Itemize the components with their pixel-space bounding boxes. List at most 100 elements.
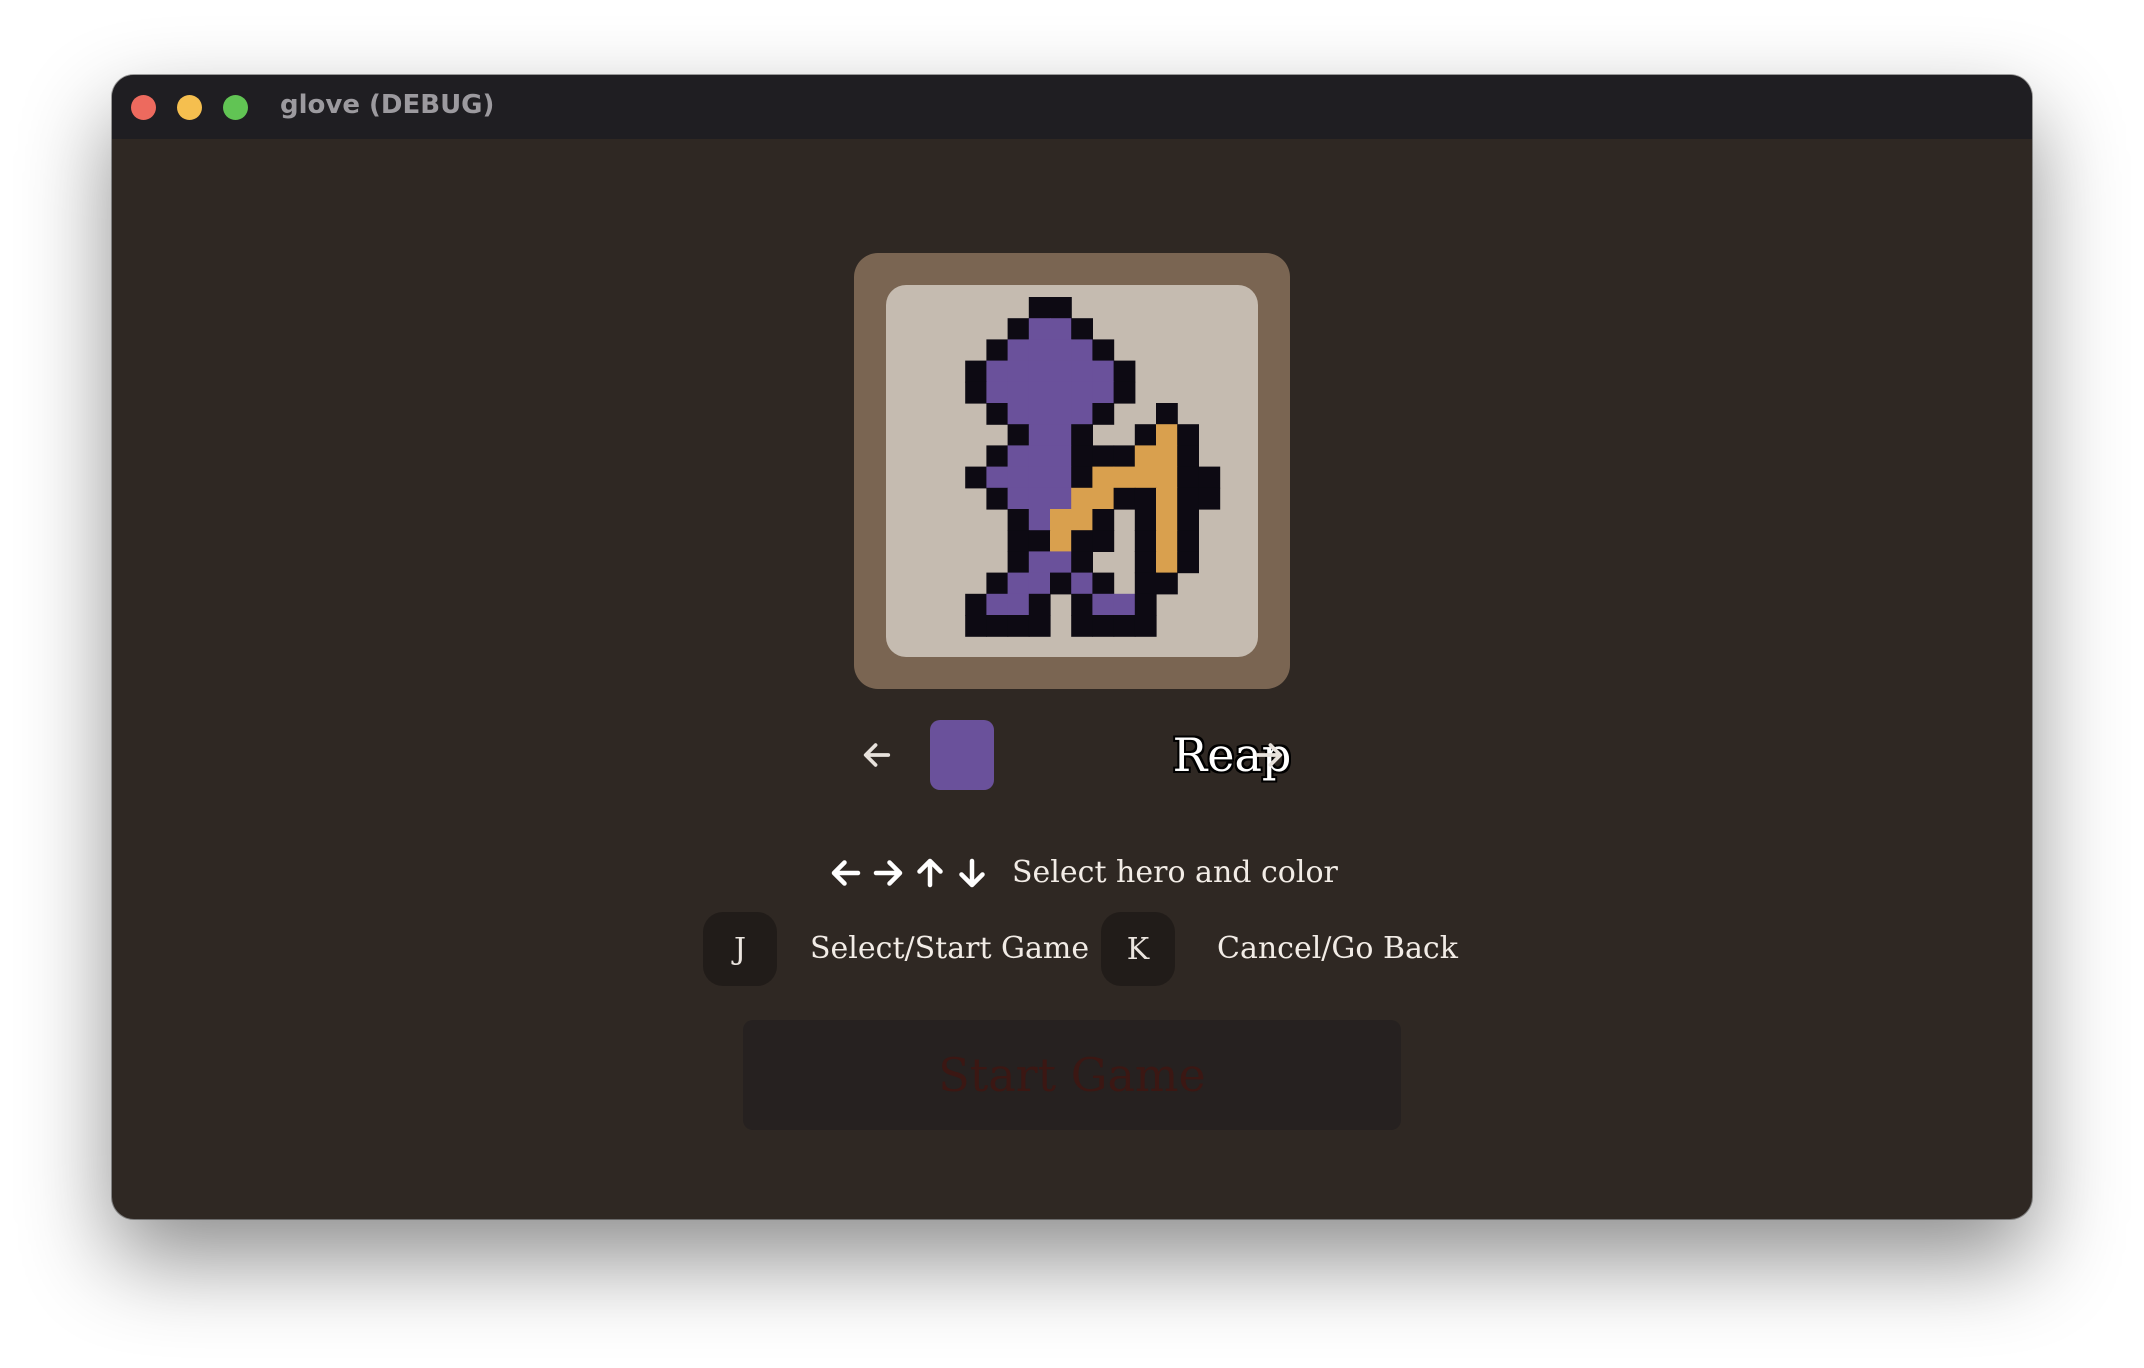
arrow-down-icon: [954, 855, 990, 891]
sprite-pixel: [1071, 339, 1093, 362]
sprite-pixel: [1092, 403, 1115, 425]
sprite-pixel: [1156, 466, 1178, 489]
sprite-pixel: [1007, 381, 1030, 404]
sprite-pixel: [1007, 318, 1030, 340]
sprite-pixel: [1156, 424, 1178, 446]
sprite-pixel: [1113, 487, 1136, 510]
navigation-hint-icons: [828, 851, 996, 895]
sprite-pixel: [1177, 509, 1199, 531]
sprite-pixel: [1050, 381, 1072, 404]
arrow-right-icon: [1255, 743, 1283, 767]
sprite-pixel: [1028, 381, 1051, 404]
sprite-pixel: [1007, 360, 1030, 383]
sprite-pixel: [1177, 551, 1199, 574]
sprite-pixel: [1177, 445, 1199, 468]
sprite-pixel: [1092, 572, 1115, 595]
navigation-hint-text: Select hero and color: [1012, 855, 1338, 890]
sprite-pixel: [1092, 381, 1115, 404]
sprite-pixel: [1071, 593, 1093, 616]
sprite-pixel: [1134, 530, 1157, 552]
sprite-pixel: [1156, 551, 1178, 574]
sprite-pixel: [1198, 487, 1221, 510]
close-window-button[interactable]: [131, 95, 156, 120]
sprite-pixel: [1177, 424, 1199, 446]
hero-portrait-frame: [854, 253, 1290, 689]
sprite-pixel: [1007, 615, 1030, 637]
sprite-pixel: [1050, 551, 1072, 574]
sprite-pixel: [1028, 403, 1051, 425]
sprite-pixel: [1134, 572, 1157, 595]
sprite-pixel: [1071, 551, 1093, 574]
minimize-window-button[interactable]: [177, 95, 202, 120]
sprite-pixel: [1028, 297, 1051, 319]
sprite-pixel: [965, 466, 987, 489]
sprite-pixel: [1092, 445, 1115, 468]
sprite-pixel: [1028, 360, 1051, 383]
sprite-pixel: [1028, 424, 1051, 446]
sprite-pixel: [965, 360, 987, 383]
sprite-pixel: [1050, 424, 1072, 446]
sprite-pixel: [1028, 572, 1051, 595]
sprite-pixel: [1007, 509, 1030, 531]
next-hero-button[interactable]: [1249, 735, 1289, 775]
sprite-pixel: [1092, 593, 1115, 616]
sprite-pixel: [986, 572, 1009, 595]
sprite-pixel: [1071, 572, 1093, 595]
sprite-pixel: [1050, 509, 1072, 531]
sprite-pixel: [1177, 466, 1199, 489]
sprite-pixel: [1113, 381, 1136, 404]
sprite-pixel: [1071, 445, 1093, 468]
sprite-pixel: [1028, 615, 1051, 637]
sprite-pixel: [1007, 339, 1030, 362]
sprite-pixel: [1113, 445, 1136, 468]
sprite-pixel: [986, 615, 1009, 637]
sprite-pixel: [1134, 551, 1157, 574]
sprite-pixel: [986, 339, 1009, 362]
sprite-pixel: [1028, 593, 1051, 616]
sprite-pixel: [1071, 360, 1093, 383]
sprite-pixel: [1113, 466, 1136, 489]
sprite-pixel: [1071, 381, 1093, 404]
hero-color-swatch[interactable]: [930, 720, 994, 790]
sprite-pixel: [986, 403, 1009, 425]
sprite-pixel: [1028, 487, 1051, 510]
sprite-pixel: [1050, 318, 1072, 340]
sprite-pixel: [1092, 466, 1115, 489]
cancel-key-cap: K: [1101, 912, 1175, 986]
start-game-button[interactable]: Start Game: [743, 1020, 1401, 1130]
sprite-pixel: [1071, 487, 1093, 510]
sprite-pixel: [1092, 339, 1115, 362]
arrow-right-icon: [870, 855, 906, 891]
arrow-left-icon: [828, 855, 864, 891]
sprite-pixel: [1134, 509, 1157, 531]
sprite-pixel: [1050, 297, 1072, 319]
sprite-pixel: [986, 466, 1009, 489]
sprite-pixel: [1007, 466, 1030, 489]
hero-name: Reap: [1172, 728, 1292, 782]
cancel-key-label: Cancel/Go Back: [1217, 931, 1458, 966]
sprite-pixel: [1113, 615, 1136, 637]
sprite-pixel: [1007, 403, 1030, 425]
arrow-left-icon: [863, 743, 891, 767]
sprite-pixel: [1113, 360, 1136, 383]
sprite-pixel: [1050, 466, 1072, 489]
sprite-pixel: [986, 381, 1009, 404]
sprite-pixel: [1071, 403, 1093, 425]
sprite-pixel: [1007, 424, 1030, 446]
sprite-pixel: [1156, 572, 1178, 595]
sprite-pixel: [1050, 339, 1072, 362]
sprite-pixel: [1156, 445, 1178, 468]
maximize-window-button[interactable]: [223, 95, 248, 120]
sprite-pixel: [1007, 551, 1030, 574]
title-bar: glove (DEBUG): [112, 75, 2032, 139]
window-title: glove (DEBUG): [280, 90, 495, 120]
sprite-pixel: [1050, 487, 1072, 510]
previous-hero-button[interactable]: [857, 735, 897, 775]
sprite-pixel: [1071, 424, 1093, 446]
sprite-pixel: [1092, 615, 1115, 637]
sprite-pixel: [1156, 487, 1178, 510]
sprite-pixel: [1092, 360, 1115, 383]
sprite-pixel: [1134, 487, 1157, 510]
sprite-pixel: [1177, 530, 1199, 552]
sprite-pixel: [1028, 509, 1051, 531]
